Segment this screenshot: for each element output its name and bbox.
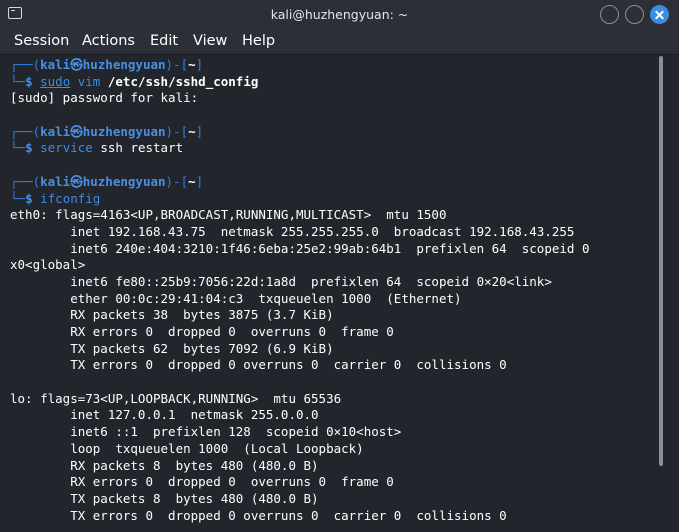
prompt-bracket: ┌──( — [10, 173, 41, 189]
output-line: TX packets 62 bytes 7092 (6.9 KiB) — [10, 340, 334, 356]
prompt-corner: └─ — [10, 140, 26, 156]
prompt-user: kali — [40, 57, 71, 72]
output-line: RX packets 38 bytes 3875 (3.7 KiB) — [10, 307, 334, 323]
prompt-dollar: $ — [25, 140, 41, 156]
prompt-bracket: ] — [195, 173, 204, 189]
close-button[interactable] — [650, 5, 669, 24]
command-line: └─$ service ssh restart — [10, 140, 660, 157]
prompt-at-symbol: ㉿ — [70, 123, 83, 139]
prompt-bracket: )-[ — [165, 57, 189, 72]
prompt-line: ┌──(kali㉿huzhengyuan)-[~] — [10, 57, 660, 74]
output-line: loop txqueuelen 1000 (Local Loopback) — [10, 440, 364, 456]
prompt-dir: ~ — [188, 57, 196, 72]
output-line: inet6 240e:404:3210:1f46:6eba:25e2:99ab:… — [10, 240, 590, 256]
minimize-button[interactable] — [600, 5, 619, 24]
prompt-dollar: $ — [25, 73, 41, 89]
prompt-bracket: ] — [195, 57, 204, 72]
prompt-line: ┌──(kali㉿huzhengyuan)-[~] — [10, 174, 660, 191]
prompt-host: huzhengyuan — [82, 173, 166, 189]
command-line: └─$ ifconfig — [10, 191, 660, 208]
output-line: TX packets 8 bytes 480 (480.0 B) — [10, 490, 319, 506]
output-line: eth0: flags=4163<UP,BROADCAST,RUNNING,MU… — [10, 207, 447, 223]
output-line: RX packets 8 bytes 480 (480.0 B) — [10, 457, 319, 473]
command-args: vim — [70, 73, 108, 89]
menu-edit[interactable]: Edit — [150, 33, 178, 49]
prompt-bracket: ] — [195, 123, 204, 139]
maximize-button[interactable] — [625, 5, 644, 24]
prompt-corner: └─ — [10, 73, 26, 89]
output-line: TX errors 0 dropped 0 overruns 0 carrier… — [10, 357, 507, 373]
output-line: inet 127.0.0.1 netmask 255.0.0.0 — [10, 407, 319, 423]
menu-bar: Session Actions Edit View Help — [0, 30, 679, 55]
output-line: lo: flags=73<UP,LOOPBACK,RUNNING> mtu 65… — [10, 390, 342, 406]
prompt-at-symbol: ㉿ — [70, 173, 83, 189]
output-line: inet 192.168.43.75 netmask 255.255.255.0… — [10, 223, 575, 239]
output-line: x0<global> — [10, 257, 86, 273]
output-line: inet6 fe80::25b9:7056:22d:1a8d prefixlen… — [10, 273, 552, 289]
prompt-dir: ~ — [188, 123, 196, 139]
prompt-dollar: $ — [25, 190, 41, 206]
window-title: kali@huzhengyuan: ~ — [270, 7, 409, 22]
command-args: ssh restart — [92, 140, 184, 156]
scrollbar[interactable] — [659, 56, 663, 466]
prompt-user: kali — [40, 123, 71, 139]
prompt-host: huzhengyuan — [82, 57, 166, 72]
output-line: ether 00:0c:29:41:04:c3 txqueuelen 1000 … — [10, 290, 462, 306]
prompt-bracket: )-[ — [165, 173, 189, 189]
output-line: RX errors 0 dropped 0 overruns 0 frame 0 — [10, 474, 394, 490]
terminal-output[interactable]: ┌──(kali㉿huzhengyuan)-[~] └─$ sudo vim /e… — [10, 57, 660, 532]
output-line: [sudo] password for kali: — [10, 90, 199, 106]
prompt-corner: └─ — [10, 190, 26, 206]
command-name: service — [40, 140, 93, 156]
prompt-line: ┌──(kali㉿huzhengyuan)-[~] — [10, 124, 660, 141]
command-name: sudo — [40, 73, 71, 89]
menu-session[interactable]: Session — [14, 33, 69, 49]
output-line: RX errors 0 dropped 0 overruns 0 frame 0 — [10, 324, 394, 339]
prompt-bracket: ┌──( — [10, 57, 41, 72]
menu-actions[interactable]: Actions — [82, 33, 135, 49]
menu-help[interactable]: Help — [242, 33, 275, 49]
menu-view[interactable]: View — [193, 33, 227, 49]
prompt-bracket: ┌──( — [10, 123, 41, 139]
prompt-at-symbol: ㉿ — [70, 57, 83, 72]
title-bar: kali@huzhengyuan: ~ — [0, 0, 679, 30]
command-name: ifconfig — [40, 190, 101, 206]
command-line: └─$ sudo vim /etc/ssh/sshd_config — [10, 74, 660, 91]
prompt-user: kali — [40, 173, 71, 189]
prompt-dir: ~ — [188, 173, 196, 189]
output-line: TX errors 0 dropped 0 overruns 0 carrier… — [10, 507, 507, 523]
prompt-host: huzhengyuan — [82, 123, 166, 139]
output-line: inet6 ::1 prefixlen 128 scopeid 0×10<hos… — [10, 424, 402, 440]
command-path-arg: /etc/ssh/sshd_config — [107, 73, 259, 89]
prompt-bracket: )-[ — [165, 123, 189, 139]
